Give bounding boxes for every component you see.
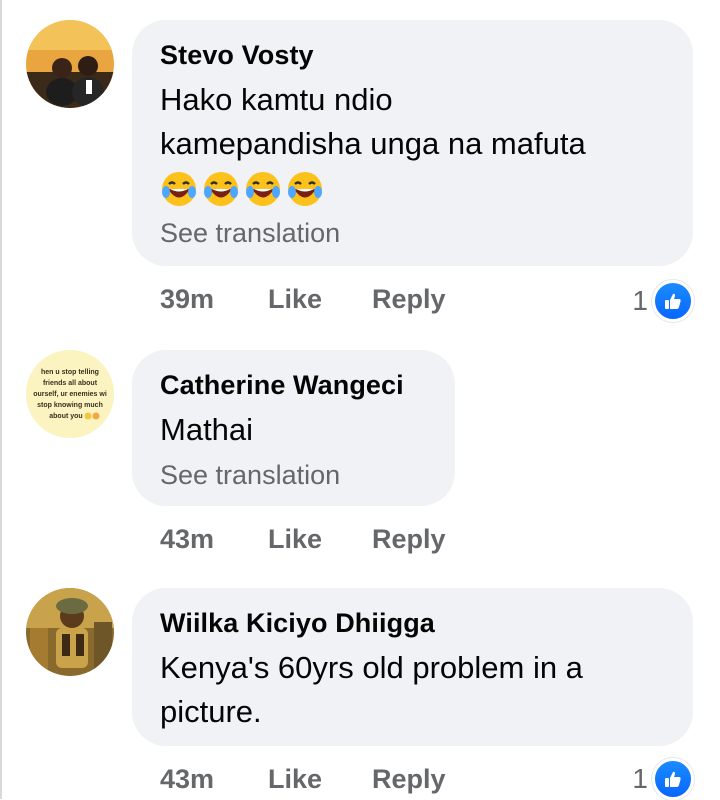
comment-bubble[interactable]: Catherine Wangeci Mathai See translation [132, 350, 455, 506]
avatar[interactable] [26, 20, 114, 108]
comment-text: Hako kamtu ndio kamepandisha unga na maf… [160, 82, 586, 161]
laughing-tears-emoji [288, 172, 322, 206]
comment-actions: 39m Like Reply [160, 284, 446, 315]
see-translation-link[interactable]: See translation [160, 216, 665, 250]
reply-button[interactable]: Reply [372, 284, 446, 315]
reaction-count: 1 [632, 763, 648, 794]
avatar[interactable] [26, 588, 114, 676]
reaction-count: 1 [632, 285, 648, 316]
comment-bubble[interactable]: Stevo Vosty Hako kamtu ndio kamepandisha… [132, 20, 693, 266]
svg-text:friends all about: friends all about [43, 380, 98, 387]
svg-text:ourself, ur enemies wi: ourself, ur enemies wi [33, 391, 107, 398]
author-name[interactable]: Wiilka Kiciyo Dhiigga [160, 606, 665, 640]
comment-bubble[interactable]: Wiilka Kiciyo Dhiigga Kenya's 60yrs old … [132, 588, 693, 746]
left-divider [0, 0, 2, 799]
svg-text:about you: about you [49, 413, 82, 420]
comment-actions: 43m Like Reply [160, 524, 446, 555]
author-name[interactable]: Catherine Wangeci [160, 368, 427, 402]
thumbs-up-icon [652, 280, 694, 322]
avatar[interactable]: hen u stop telling friends all about our… [26, 350, 114, 438]
thumbs-up-icon [652, 758, 694, 800]
author-name[interactable]: Stevo Vosty [160, 38, 665, 72]
reaction-summary[interactable]: 1 [632, 758, 694, 800]
like-button[interactable]: Like [268, 524, 372, 555]
reaction-summary[interactable]: 1 [632, 280, 694, 322]
like-button[interactable]: Like [268, 764, 372, 795]
like-button[interactable]: Like [268, 284, 372, 315]
timestamp[interactable]: 39m [160, 284, 268, 315]
comment-actions: 43m Like Reply [160, 764, 446, 795]
svg-text:hen u stop telling: hen u stop telling [41, 369, 99, 376]
laughing-tears-emoji [204, 172, 238, 206]
comment-text: Mathai [160, 412, 254, 447]
emoji-row [160, 168, 665, 210]
timestamp[interactable]: 43m [160, 764, 268, 795]
comment-text: Kenya's 60yrs old problem in a picture. [160, 650, 583, 729]
reply-button[interactable]: Reply [372, 524, 446, 555]
laughing-tears-emoji [162, 172, 196, 206]
svg-text:stop knowing much: stop knowing much [37, 402, 103, 409]
reply-button[interactable]: Reply [372, 764, 446, 795]
timestamp[interactable]: 43m [160, 524, 268, 555]
see-translation-link[interactable]: See translation [160, 458, 427, 492]
laughing-tears-emoji [246, 172, 280, 206]
